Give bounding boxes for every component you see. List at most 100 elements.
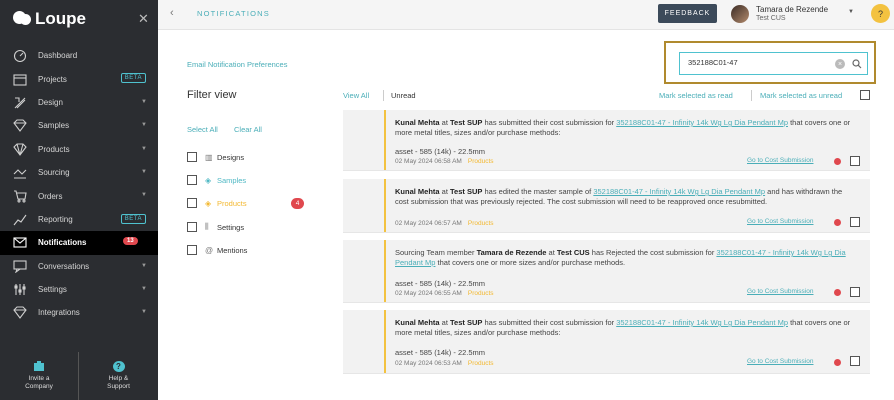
notification-item[interactable]: Sourcing Team member Tamara de Rezende a… [343,240,870,303]
chevron-down-icon: ▼ [141,192,147,199]
filter-designs[interactable]: ▥ Designs [187,151,244,163]
text: Sourcing Team member [395,248,477,257]
clear-search-icon[interactable]: × [835,59,845,69]
go-to-cost-submission-link[interactable]: Go to Cost Submission [747,288,813,295]
sidebar-item-integrations[interactable]: Integrations ▼ [0,301,158,324]
unread-dot[interactable] [834,219,841,226]
search-icon[interactable] [852,59,862,69]
help-support-button[interactable]: ? Help & Support [79,352,158,400]
tab-view-all[interactable]: View All [343,91,369,100]
filter-settings[interactable]: ⫼ Settings [187,221,244,233]
actor: Tamara de Rezende [476,248,547,257]
invite-company-icon [34,361,44,371]
sidebar-bottom: Invite a Company ? Help & Support [0,352,158,400]
feedback-button[interactable]: FEEDBACK [658,4,717,23]
search-field[interactable]: × [679,52,868,75]
sidebar-item-projects[interactable]: Projects BETA [0,67,158,90]
chevron-down-icon: ▼ [141,122,147,129]
go-to-cost-submission-link[interactable]: Go to Cost Submission [747,358,813,365]
invite-company-button[interactable]: Invite a Company [0,352,79,400]
close-sidebar-icon[interactable]: ✕ [138,11,149,27]
sidebar-item-sourcing[interactable]: Sourcing ▼ [0,161,158,184]
sidebar-item-label: Projects [38,74,67,84]
app-logo[interactable]: Loupe [12,9,86,29]
chevron-down-icon: ▼ [141,262,147,269]
go-to-cost-submission-link[interactable]: Go to Cost Submission [747,218,813,225]
text: at [439,118,451,127]
notification-item[interactable]: Kunal Mehta at Test SUP has edited the m… [343,179,870,233]
sidebar-item-products[interactable]: Products ▼ [0,138,158,161]
actor: Kunal Mehta [395,187,440,196]
product-link[interactable]: 352188C01-47 - Infinity 14k Wg Lg Dia Pe… [616,118,788,127]
mark-read-button[interactable]: Mark selected as read [659,91,733,100]
filter-checkbox[interactable] [187,198,197,208]
product-link[interactable]: 352188C01-47 - Infinity 14k Wg Lg Dia Pe… [593,187,765,196]
divider [383,90,384,101]
back-chevron-icon[interactable]: ‹ [170,7,174,19]
unread-dot[interactable] [834,158,841,165]
unread-dot[interactable] [834,289,841,296]
date-text: 02 May 2024 06:57 AM [395,220,462,227]
text: at [546,248,557,257]
sidebar-item-label: Reporting [38,214,73,224]
filter-checkbox[interactable] [187,175,197,185]
divider [751,90,752,101]
product-link[interactable]: 352188C01-47 - Infinity 14k Wg Lg Dia Pe… [616,318,788,327]
text: at [439,187,451,196]
email-preferences-link[interactable]: Email Notification Preferences [187,60,287,69]
asset-line: asset - 585 (14k) - 22.5mm [395,279,486,288]
notification-checkbox[interactable] [850,287,860,297]
sidebar-item-conversations[interactable]: Conversations ▼ [0,255,158,278]
filter-view-title: Filter view [187,89,237,101]
sidebar-item-design[interactable]: Design ▼ [0,91,158,114]
user-menu-chevron-icon[interactable]: ▼ [848,9,854,15]
at-sign-icon: @ [205,245,214,255]
mark-unread-button[interactable]: Mark selected as unread [760,91,842,100]
sidebar-item-dashboard[interactable]: Dashboard [0,44,158,67]
text: has Rejected the cost submission for [589,248,717,257]
select-all-link[interactable]: Select All [187,125,218,134]
notification-checkbox[interactable] [850,156,860,166]
sliders-icon [12,283,28,297]
category-tag: Products [467,220,494,227]
search-input[interactable] [688,58,828,67]
filter-mentions[interactable]: @ Mentions [187,244,247,256]
filter-checkbox[interactable] [187,245,197,255]
sidebar-item-label: Orders [38,191,63,201]
filter-samples[interactable]: ◈ Samples [187,174,246,186]
actor: Kunal Mehta [395,118,440,127]
filter-products[interactable]: ◈ Products [187,197,247,209]
app-name: Loupe [35,9,86,28]
sidebar-item-label: Settings [38,285,67,295]
notification-checkbox[interactable] [850,217,860,227]
loupe-logo-icon [12,9,32,29]
filter-checkbox[interactable] [187,152,197,162]
notification-item[interactable]: Kunal Mehta at Test SUP has submitted th… [343,110,870,171]
select-all-checkbox[interactable] [860,90,870,100]
timestamp: 02 May 2024 06:53 AM Products [395,360,494,367]
conversations-icon [12,259,28,273]
sidebar-item-orders[interactable]: Orders ▼ [0,184,158,207]
products-icon: ◈ [205,198,212,208]
clear-all-link[interactable]: Clear All [234,125,262,134]
tab-unread[interactable]: Unread [391,91,416,100]
avatar[interactable] [731,5,749,23]
unread-indicator [384,110,386,170]
notification-message: Kunal Mehta at Test SUP has submitted th… [395,318,855,338]
sidebar-item-settings[interactable]: Settings ▼ [0,278,158,301]
sidebar-item-notifications[interactable]: Notifications 13 [0,231,158,255]
unread-indicator [384,310,386,373]
designs-icon: ▥ [205,152,213,162]
sourcing-icon [12,166,28,180]
notification-item[interactable]: Kunal Mehta at Test SUP has submitted th… [343,310,870,374]
sidebar-item-reporting[interactable]: Reporting BETA [0,208,158,231]
unread-dot[interactable] [834,359,841,366]
filter-checkbox[interactable] [187,222,197,232]
help-button[interactable]: ? [871,4,890,23]
user-org: Test CUS [756,15,786,22]
go-to-cost-submission-link[interactable]: Go to Cost Submission [747,157,813,164]
notification-checkbox[interactable] [850,356,860,366]
user-name[interactable]: Tamara de Rezende [756,5,828,14]
envelope-icon [12,236,28,250]
sidebar-item-samples[interactable]: Samples ▼ [0,114,158,137]
